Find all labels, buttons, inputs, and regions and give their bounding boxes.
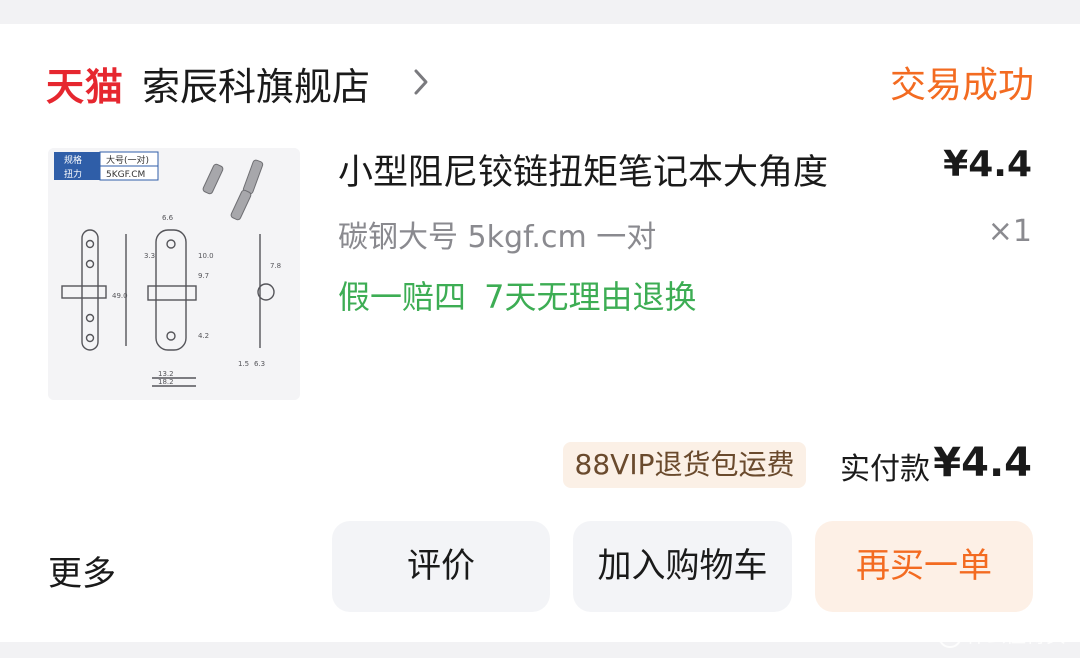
dim-label: 4.2 <box>198 332 209 340</box>
dim-label: 49.0 <box>112 292 128 300</box>
spec-label: 扭力 <box>64 168 82 180</box>
dim-label: 9.7 <box>198 272 209 280</box>
spec-value: 5KGF.CM <box>106 170 145 180</box>
dim-label: 7.8 <box>270 262 281 270</box>
spec-label: 规格 <box>64 154 82 166</box>
review-button[interactable]: 评价 <box>332 521 550 612</box>
paid-amount: ¥4.4 <box>933 440 1032 486</box>
dim-label: 1.5 <box>238 360 249 368</box>
sku-spec: 碳钢大号 5kgf.cm 一对 <box>338 220 657 255</box>
watermark-text: 什么值得买 <box>966 622 1066 647</box>
order-card: 天猫 索辰科旗舰店 交易成功 规格 大号(一对) 扭力 5KGF.CM 6.6 … <box>0 24 1080 642</box>
add-to-cart-button[interactable]: 加入购物车 <box>573 521 792 612</box>
dim-label: 18.2 <box>158 378 174 386</box>
dim-label: 6.6 <box>162 214 174 222</box>
dim-label: 6.3 <box>254 360 265 368</box>
shop-name-link[interactable]: 索辰科旗舰店 <box>142 56 370 111</box>
hinge-drawing-image: 规格 大号(一对) 扭力 5KGF.CM 6.6 13.2 18.2 49.0 … <box>48 148 300 400</box>
dim-label: 13.2 <box>158 370 174 378</box>
paid-label: 实付款 <box>840 452 930 487</box>
watermark-logo-icon: 值 <box>938 624 962 648</box>
vip-return-badge: 88VIP退货包运费 <box>563 442 806 488</box>
site-watermark: 值什么值得买 <box>938 619 1066 648</box>
unit-price: ¥4.4 <box>943 144 1032 185</box>
order-status: 交易成功 <box>889 65 1034 106</box>
product-title[interactable]: 小型阻尼铰链扭矩笔记本大角度 <box>338 144 828 195</box>
product-thumbnail[interactable]: 规格 大号(一对) 扭力 5KGF.CM 6.6 13.2 18.2 49.0 … <box>48 148 300 400</box>
dim-label: 3.3 <box>144 252 155 260</box>
buy-again-button[interactable]: 再买一单 <box>815 521 1033 612</box>
dim-label: 10.0 <box>198 252 214 260</box>
chevron-right-icon[interactable] <box>412 68 430 96</box>
order-header: 天猫 索辰科旗舰店 交易成功 <box>46 54 1034 114</box>
service-guarantee: 假一赔四 7天无理由退换 <box>338 278 697 316</box>
tmall-logo[interactable]: 天猫 <box>46 56 124 111</box>
quantity: ×1 <box>987 214 1032 249</box>
more-button[interactable]: 更多 <box>48 546 116 595</box>
spec-value: 大号(一对) <box>106 154 149 166</box>
